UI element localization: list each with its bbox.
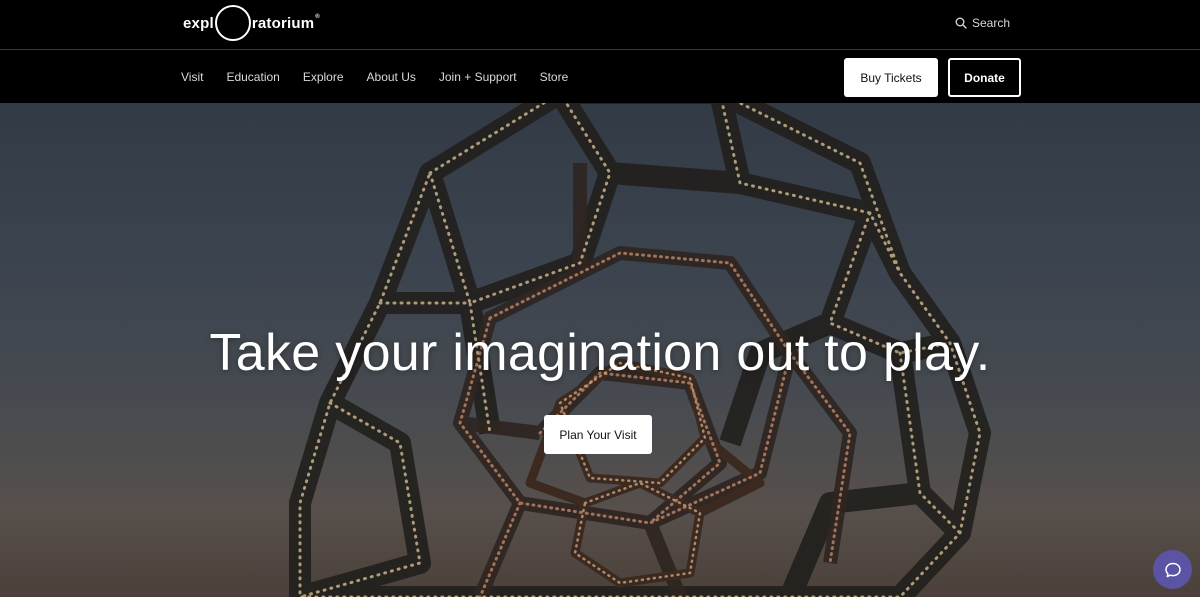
nav-item-join-support[interactable]: Join + Support	[439, 51, 517, 103]
logo-text-right: ratorium	[251, 14, 315, 32]
main-nav: Visit Education Explore About Us Join + …	[181, 51, 591, 103]
buy-tickets-button[interactable]: Buy Tickets	[844, 58, 938, 97]
logo-text-left: expl	[183, 14, 214, 32]
search-button[interactable]: Search	[955, 14, 1010, 32]
exploratorium-logo[interactable]: expl ratorium ®	[183, 5, 320, 41]
hero-section: Take your imagination out to play. Plan …	[0, 103, 1200, 597]
logo-trademark: ®	[315, 14, 320, 20]
chat-icon	[1164, 562, 1181, 577]
main-nav-bar: Visit Education Explore About Us Join + …	[0, 51, 1200, 103]
chat-button[interactable]	[1153, 550, 1192, 589]
donate-button[interactable]: Donate	[948, 58, 1021, 97]
nav-item-explore[interactable]: Explore	[303, 51, 344, 103]
search-label: Search	[972, 16, 1011, 30]
nav-item-visit[interactable]: Visit	[181, 51, 203, 103]
plan-your-visit-button[interactable]: Plan Your Visit	[544, 415, 652, 454]
search-icon	[955, 17, 967, 29]
top-bar: expl ratorium ® Search	[0, 0, 1200, 50]
nav-item-education[interactable]: Education	[226, 51, 279, 103]
nav-item-about-us[interactable]: About Us	[367, 51, 416, 103]
nav-item-store[interactable]: Store	[540, 51, 569, 103]
hero-title: Take your imagination out to play.	[209, 324, 991, 382]
logo-ring-icon	[214, 5, 251, 41]
